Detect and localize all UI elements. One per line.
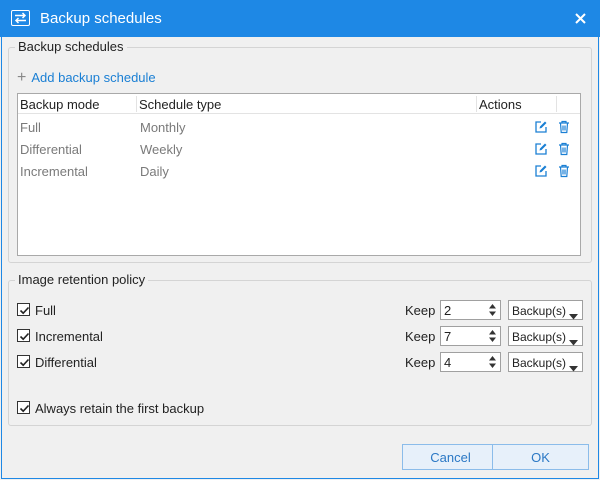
row-backup-mode: Incremental xyxy=(20,164,88,179)
differential-keep-count-stepper[interactable]: 4 xyxy=(440,352,501,372)
chevron-down-icon xyxy=(569,308,578,323)
chevron-down-icon xyxy=(569,360,578,375)
keep-label: Keep xyxy=(405,303,436,318)
column-backup-mode: Backup mode xyxy=(20,97,100,112)
add-backup-schedule-label: Add backup schedule xyxy=(31,70,156,85)
trash-icon[interactable] xyxy=(557,120,571,134)
schedules-table: Backup mode Schedule type Actions Full M… xyxy=(17,93,581,256)
row-schedule-type: Daily xyxy=(140,164,169,179)
incremental-unit-select[interactable]: Backup(s) xyxy=(508,326,583,346)
keep-count-value: 4 xyxy=(444,355,452,370)
table-row[interactable]: Incremental Daily xyxy=(18,160,580,182)
stepper-arrows-icon[interactable] xyxy=(488,329,497,343)
keep-count-value: 2 xyxy=(444,303,452,318)
trash-icon[interactable] xyxy=(557,142,571,156)
full-keep-count-stepper[interactable]: 2 xyxy=(440,300,501,320)
chevron-down-icon xyxy=(569,334,578,349)
plus-icon: + xyxy=(17,69,27,86)
edit-icon[interactable] xyxy=(534,164,548,178)
cancel-button[interactable]: Cancel xyxy=(402,444,499,470)
edit-icon[interactable] xyxy=(534,142,548,156)
retain-first-backup-label: Always retain the first backup xyxy=(35,401,205,416)
unit-value: Backup(s) xyxy=(512,330,567,344)
full-unit-select[interactable]: Backup(s) xyxy=(508,300,583,320)
keep-label: Keep xyxy=(405,329,436,344)
stepper-arrows-icon[interactable] xyxy=(488,355,497,369)
differential-unit-select[interactable]: Backup(s) xyxy=(508,352,583,372)
trash-icon[interactable] xyxy=(557,164,571,178)
incremental-label: Incremental xyxy=(35,329,103,344)
ok-button[interactable]: OK xyxy=(492,444,589,470)
add-backup-schedule-link[interactable]: + Add backup schedule xyxy=(17,69,156,86)
keep-count-value: 7 xyxy=(444,329,452,344)
group-legend: Image retention policy xyxy=(15,272,149,287)
row-schedule-type: Weekly xyxy=(140,142,183,157)
row-schedule-type: Monthly xyxy=(140,120,186,135)
stepper-arrows-icon[interactable] xyxy=(488,303,497,317)
column-divider[interactable] xyxy=(136,96,137,112)
retain-first-backup-checkbox[interactable] xyxy=(17,401,30,414)
column-actions: Actions xyxy=(479,97,522,112)
incremental-checkbox[interactable] xyxy=(17,329,30,342)
column-schedule-type: Schedule type xyxy=(139,97,222,112)
row-backup-mode: Full xyxy=(20,120,41,135)
differential-label: Differential xyxy=(35,355,97,370)
full-label: Full xyxy=(35,303,56,318)
unit-value: Backup(s) xyxy=(512,356,567,370)
column-divider[interactable] xyxy=(476,96,477,112)
table-header: Backup mode Schedule type Actions xyxy=(18,94,580,114)
column-divider[interactable] xyxy=(556,96,557,112)
transfer-arrows-icon xyxy=(11,10,30,26)
differential-checkbox[interactable] xyxy=(17,355,30,368)
window-title: Backup schedules xyxy=(40,10,162,27)
row-backup-mode: Differential xyxy=(20,142,82,157)
full-checkbox[interactable] xyxy=(17,303,30,316)
unit-value: Backup(s) xyxy=(512,304,567,318)
title-bar: Backup schedules xyxy=(0,0,600,37)
table-row[interactable]: Differential Weekly xyxy=(18,138,580,160)
close-icon[interactable] xyxy=(568,6,592,30)
table-row[interactable]: Full Monthly xyxy=(18,116,580,138)
group-legend: Backup schedules xyxy=(15,39,127,54)
edit-icon[interactable] xyxy=(534,120,548,134)
keep-label: Keep xyxy=(405,355,436,370)
incremental-keep-count-stepper[interactable]: 7 xyxy=(440,326,501,346)
